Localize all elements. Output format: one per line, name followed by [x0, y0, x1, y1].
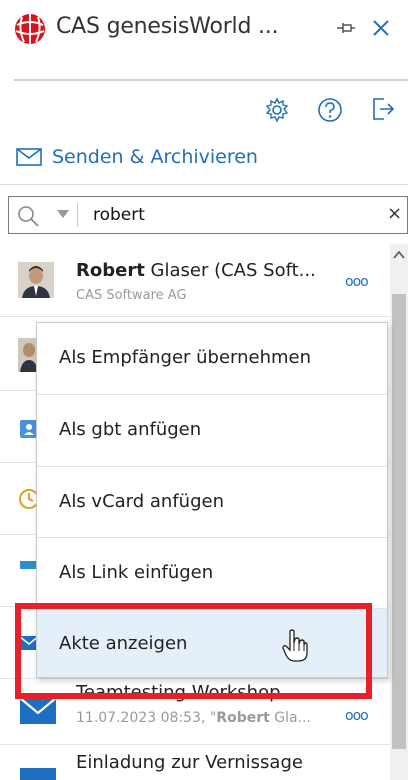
mail-meta: 11.07.2023 08:53, "Robert Gla...: [76, 710, 311, 726]
pin-icon[interactable]: [336, 21, 356, 35]
title-bar: CAS genesisWorld ...: [0, 0, 408, 62]
search-box[interactable]: robert ×: [8, 196, 408, 234]
mail-icon: [20, 768, 56, 780]
row-divider: [0, 316, 390, 317]
chevron-up-icon[interactable]: [393, 250, 405, 260]
scrollbar[interactable]: [390, 244, 408, 780]
menu-item-label: Als Link einfügen: [59, 562, 214, 583]
close-icon[interactable]: [372, 19, 390, 37]
mail-subject: Einladung zur Vernissage: [76, 752, 303, 773]
scrollbar-thumb[interactable]: [392, 294, 406, 749]
mail-outline-icon: [16, 148, 42, 166]
mail-icon: [19, 697, 57, 724]
search-separator: [77, 203, 78, 227]
contact-company: CAS Software AG: [76, 288, 187, 303]
menu-item-label: Als gbt anfügen: [59, 419, 202, 440]
toolbar-divider: [0, 184, 408, 185]
menu-item-label: Als vCard anfügen: [59, 491, 224, 512]
send-archive-label: Senden & Archivieren: [52, 146, 258, 168]
addin-panel: CAS genesisWorld ... Senden & Archiviere…: [0, 0, 408, 780]
help-icon[interactable]: [317, 97, 343, 123]
globe-logo-icon: [15, 14, 45, 44]
more-options-icon[interactable]: ooo: [345, 708, 369, 724]
menu-item-als-vcard[interactable]: Als vCard anfügen: [37, 467, 387, 537]
highlight-annotation: [15, 603, 372, 699]
app-title: CAS genesisWorld ...: [56, 14, 279, 39]
clear-search-icon[interactable]: ×: [387, 203, 402, 224]
hand-cursor-icon: [282, 629, 308, 662]
menu-item-als-gbt[interactable]: Als gbt anfügen: [37, 395, 387, 465]
list-item[interactable]: Einladung zur Vernissage: [0, 744, 390, 780]
title-divider: [14, 79, 408, 81]
more-options-icon[interactable]: ooo: [345, 274, 369, 290]
chevron-down-icon[interactable]: [57, 209, 69, 219]
list-item[interactable]: Robert Glaser (CAS Soft... CAS Software …: [0, 244, 390, 316]
settings-icon[interactable]: [264, 97, 290, 123]
sign-out-icon[interactable]: [370, 96, 396, 122]
avatar: [18, 262, 54, 298]
contact-name: Robert Glaser (CAS Soft...: [76, 260, 316, 281]
menu-item-label: Als Empfänger übernehmen: [59, 347, 312, 368]
menu-item-als-link[interactable]: Als Link einfügen: [37, 538, 387, 608]
menu-item-als-empfaenger[interactable]: Als Empfänger übernehmen: [37, 323, 387, 393]
search-input[interactable]: robert: [93, 205, 145, 225]
send-archive-button[interactable]: Senden & Archivieren: [16, 143, 258, 171]
search-icon[interactable]: [17, 205, 39, 227]
